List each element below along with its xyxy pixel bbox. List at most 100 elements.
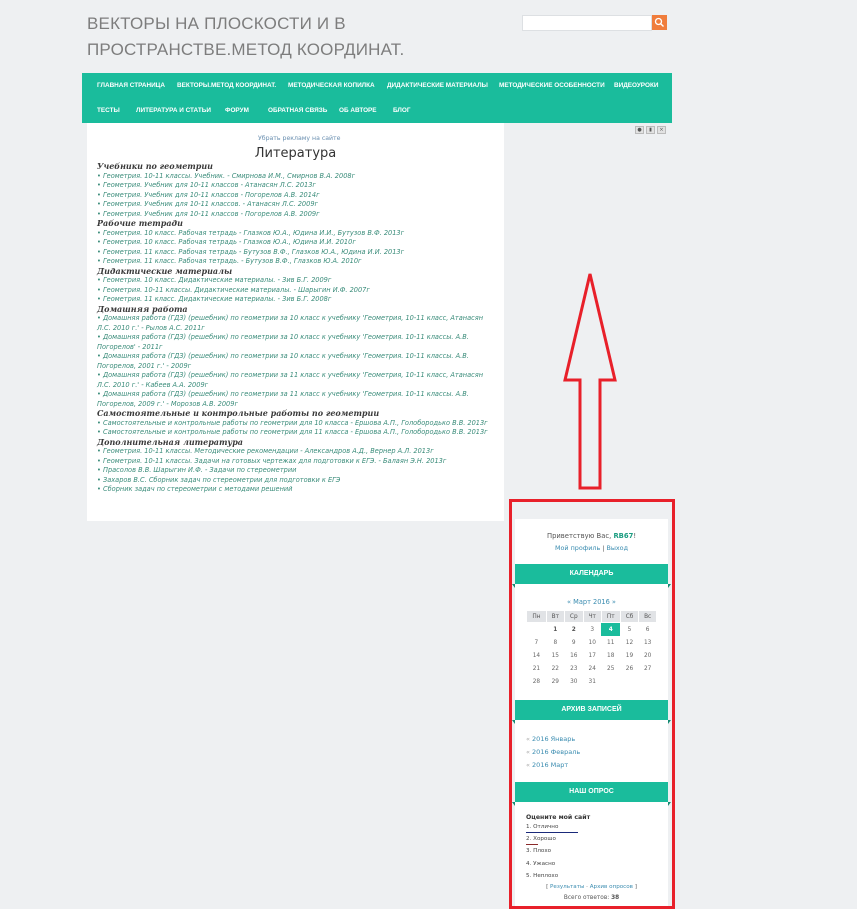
- content-tools: ● ▮ ×: [635, 126, 667, 135]
- nav-item-home[interactable]: ГЛАВНАЯ СТРАНИЦА: [97, 82, 165, 89]
- literature-link[interactable]: Геометрия. 10-11 классы. Дидактические м…: [103, 286, 370, 294]
- poll-links: [ Результаты · Архив опросов ]: [515, 884, 668, 890]
- greeting-suffix: !: [633, 532, 637, 540]
- literature-item: • Домашняя работа (ГДЗ) (решебник) по ге…: [97, 371, 497, 390]
- username[interactable]: RB67: [613, 532, 633, 540]
- archive-header: АРХИВ ЗАПИСЕЙ: [512, 700, 671, 724]
- section-heading: Домашняя работа: [97, 303, 188, 314]
- logout-link[interactable]: Выход: [606, 544, 628, 552]
- literature-link[interactable]: Геометрия. 10 класс. Дидактические матер…: [103, 276, 331, 284]
- calendar-day: 13: [643, 639, 652, 646]
- poll-archive-link[interactable]: Архив опросов: [590, 884, 633, 890]
- calendar-day: 29: [551, 678, 559, 685]
- calendar-day: 19: [625, 652, 634, 659]
- literature-link[interactable]: Сборник задач по стереометрии с методами…: [103, 485, 292, 493]
- archive-item[interactable]: « 2016 Январь: [526, 735, 575, 743]
- literature-link[interactable]: Геометрия. 10-11 классы. Методические ре…: [103, 447, 434, 455]
- literature-link[interactable]: Самостоятельные и контрольные работы по …: [103, 428, 488, 436]
- literature-link[interactable]: Домашняя работа (ГДЗ) (решебник) по геом…: [97, 371, 483, 389]
- literature-link[interactable]: Геометрия. 11 класс. Рабочая тетрадь - Б…: [103, 248, 404, 256]
- poll-option[interactable]: 2. Хорошо: [526, 836, 556, 842]
- poll-links-close: ]: [634, 884, 637, 890]
- literature-link[interactable]: Геометрия. 11 класс. Рабочая тетрадь. - …: [103, 257, 362, 265]
- calendar-day: 6: [645, 626, 650, 633]
- profile-links: Мой профиль | Выход: [515, 544, 668, 552]
- poll-result-bar: [526, 832, 578, 833]
- main-nav: ГЛАВНАЯ СТРАНИЦА ВЕКТОРЫ.МЕТОД КООРДИНАТ…: [82, 73, 672, 123]
- calendar-day: [639, 675, 657, 688]
- poll-results-link[interactable]: Результаты: [550, 884, 584, 890]
- close-icon[interactable]: ×: [657, 126, 666, 134]
- calendar-day: 11: [607, 639, 615, 646]
- literature-link[interactable]: Геометрия. Учебник для 10-11 классов - А…: [103, 181, 316, 189]
- weekday-label: Пн: [526, 610, 547, 623]
- archive-item[interactable]: « 2016 Март: [526, 761, 568, 769]
- literature-link[interactable]: Геометрия. 10 класс. Рабочая тетрадь - Г…: [103, 229, 404, 237]
- nav-item-blog[interactable]: БЛОГ: [393, 107, 411, 114]
- site-title[interactable]: ВЕКТОРЫ НА ПЛОСКОСТИ И В ПРОСТРАНСТВЕ.МЕ…: [87, 11, 507, 63]
- literature-link[interactable]: Геометрия. 11 класс. Дидактические матер…: [103, 295, 331, 303]
- calendar-day: 3: [590, 626, 595, 633]
- remove-ad-link[interactable]: Убрать рекламу на сайте: [258, 135, 340, 142]
- search-button[interactable]: [652, 15, 667, 30]
- weekday-label: Сб: [619, 610, 640, 623]
- literature-link[interactable]: Домашняя работа (ГДЗ) (решебник) по геом…: [97, 314, 483, 332]
- calendar-day[interactable]: 1: [546, 623, 564, 637]
- archive-item[interactable]: « 2016 Февраль: [526, 748, 580, 756]
- calendar-day: 30: [570, 678, 578, 685]
- nav-item-method-features[interactable]: МЕТОДИЧЕСКИЕ ОСОБЕННОСТИ: [499, 82, 605, 89]
- literature-link[interactable]: Прасолов В.В. Шарыгин И.Ф. - Задачи по с…: [103, 466, 296, 474]
- poll-option[interactable]: 1. Отлично: [526, 824, 558, 830]
- profile-link[interactable]: Мой профиль: [555, 544, 600, 552]
- calendar-day: 26: [625, 665, 634, 672]
- poll-total-value: 38: [611, 895, 620, 901]
- calendar-day: [620, 675, 639, 688]
- calendar-grid: Пн Вт Ср Чт Пт Сб Вс 1 2 3 4 5 6 7 8 9 10 11 12 13 14 15 16 17…: [526, 610, 657, 688]
- calendar-day: 27: [643, 665, 652, 672]
- poll-links-sep: ·: [586, 884, 588, 890]
- literature-link[interactable]: Захаров В.С. Сборник задач по стереометр…: [103, 476, 340, 484]
- nav-item-literature[interactable]: ЛИТЕРАТУРА И СТАТЬИ: [136, 107, 211, 114]
- calendar-day: 10: [588, 639, 596, 646]
- nav-item-method-collection[interactable]: МЕТОДИЧЕСКАЯ КОПИЛКА: [288, 82, 375, 89]
- calendar-day[interactable]: 4: [601, 622, 621, 636]
- edit-icon[interactable]: ▮: [646, 126, 655, 134]
- search-input[interactable]: [522, 15, 652, 31]
- literature-link[interactable]: Геометрия. 10-11 классы. Задачи на готов…: [103, 457, 446, 465]
- poll-option[interactable]: 3. Плохо: [526, 848, 551, 854]
- literature-link[interactable]: Геометрия. Учебник для 10-11 классов - П…: [103, 210, 320, 218]
- literature-link[interactable]: Домашняя работа (ГДЗ) (решебник) по геом…: [97, 333, 469, 351]
- calendar-next[interactable]: »: [612, 598, 616, 606]
- nav-item-forum[interactable]: ФОРУМ: [225, 107, 249, 114]
- calendar-day: [527, 623, 547, 637]
- poll-total-label: Всего ответов:: [563, 895, 610, 901]
- nav-item-about[interactable]: ОБ АВТОРЕ: [339, 107, 377, 114]
- calendar-day[interactable]: 2: [564, 623, 583, 637]
- literature-link[interactable]: Домашняя работа (ГДЗ) (решебник) по геом…: [97, 390, 469, 408]
- literature-link[interactable]: Геометрия. 10-11 классы. Учебник. - Смир…: [103, 172, 355, 180]
- eye-icon[interactable]: ●: [635, 126, 644, 134]
- poll-option[interactable]: 5. Неплохо: [526, 873, 558, 879]
- nav-item-feedback[interactable]: ОБРАТНАЯ СВЯЗЬ: [268, 107, 327, 114]
- calendar-day: 8: [553, 639, 558, 646]
- literature-link[interactable]: Самостоятельные и контрольные работы по …: [103, 419, 488, 427]
- section-heading: Дидактические материалы: [97, 265, 233, 276]
- literature-item: • Геометрия. 10-11 классы. Задачи на гот…: [97, 457, 497, 467]
- literature-link[interactable]: Геометрия. Учебник для 10-11 классов - П…: [103, 191, 320, 199]
- poll-option[interactable]: 4. Ужасно: [526, 861, 555, 867]
- weekday-label: Ср: [563, 610, 584, 623]
- literature-link[interactable]: Геометрия. Учебник для 10-11 классов. - …: [103, 200, 318, 208]
- section-heading: Учебники по геометрии: [97, 161, 213, 171]
- weekday-label: Чт: [582, 610, 602, 623]
- weekday-label: Пт: [600, 610, 621, 623]
- nav-item-tests[interactable]: ТЕСТЫ: [97, 107, 120, 114]
- literature-link[interactable]: Геометрия. 10 класс. Рабочая тетрадь - Г…: [103, 238, 356, 246]
- calendar-prev[interactable]: «: [567, 598, 571, 606]
- weekday-label: Вс: [638, 610, 657, 623]
- nav-item-video[interactable]: ВИДЕОУРОКИ: [614, 82, 658, 89]
- literature-link[interactable]: Домашняя работа (ГДЗ) (решебник) по геом…: [97, 352, 469, 370]
- nav-item-didactic[interactable]: ДИДАКТИЧЕСКИЕ МАТЕРИАЛЫ: [387, 82, 488, 89]
- calendar-month[interactable]: Март 2016: [573, 598, 610, 606]
- calendar-day: 14: [532, 652, 541, 659]
- nav-item-vectors[interactable]: ВЕКТОРЫ.МЕТОД КООРДИНАТ.: [177, 82, 276, 89]
